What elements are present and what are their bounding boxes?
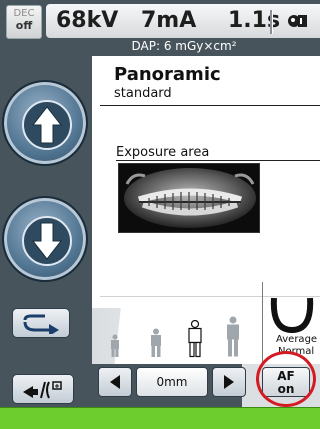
scroll-down-button[interactable] [2,196,88,282]
small-figure-icon[interactable] [148,328,164,358]
divider [100,105,320,106]
offset-value-field[interactable]: 0mm [136,367,208,397]
patient-entry-icon [23,381,62,399]
rotate-direction-button[interactable] [12,308,70,338]
left-panel [0,56,92,373]
dec-value: off [15,19,33,32]
child-figure-icon[interactable] [108,334,122,358]
large-figure-icon[interactable] [224,316,242,358]
offset-control-group: 0mm [92,364,246,407]
patient-size-selector [92,306,252,368]
medium-figure-icon[interactable] [186,320,204,358]
dec-toggle[interactable]: DEC off [6,5,42,39]
arrow-down-icon [22,216,72,266]
xray-graphic [119,164,259,232]
kv-value[interactable]: 68kV [56,6,118,36]
program-title: Panoramic [114,64,221,85]
arrow-up-icon [22,100,72,150]
ma-value[interactable]: 7mA [141,6,196,36]
dap-readout: DAP: 6 mGy×cm² [131,39,237,53]
ready-status-bar [0,407,320,429]
divider [262,282,263,372]
offset-increase-button[interactable] [212,367,246,397]
panoramic-xray-image[interactable] [118,163,260,233]
divider [116,160,320,161]
patient-entry-button[interactable] [12,374,74,404]
exposure-area-label: Exposure area [116,145,210,160]
divider [272,10,273,34]
triangle-right-icon [224,375,234,389]
exposure-parameters: 68kV 7mA 1.1s [46,4,320,38]
triangle-left-icon [110,375,120,389]
offset-decrease-button[interactable] [98,367,132,397]
left-bottom-panel [0,373,92,407]
jaw-label-average: Average [276,334,318,345]
curved-arrow-icon [23,314,59,334]
jaw-shape-icon[interactable] [270,296,314,334]
patient-positioning-icon[interactable] [286,10,310,32]
program-subtitle: standard [114,86,172,101]
top-status-bar: DEC off 68kV 7mA 1.1s DAP: 6 mGy×cm² [0,0,320,56]
scroll-up-button[interactable] [2,80,88,166]
highlight-ring [256,351,316,407]
